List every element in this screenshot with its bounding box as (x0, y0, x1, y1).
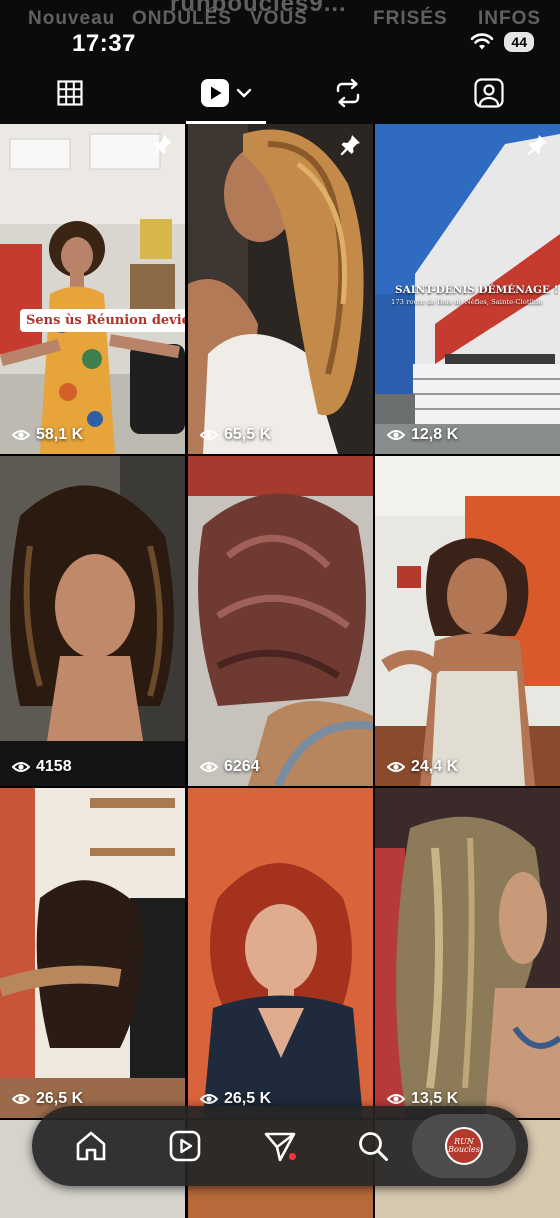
curly-hair-portrait-photo (0, 456, 185, 786)
reel-sign-title: SAINT-DENIS DÉMÉNAGE ! (395, 284, 559, 296)
eye-icon (12, 762, 30, 772)
ghost-tab: VOUS (250, 8, 308, 29)
reel-thumbnail[interactable]: 26,5 K (188, 788, 373, 1118)
notification-dot (289, 1153, 296, 1160)
salon-interior-photo (0, 124, 185, 454)
eye-icon (12, 1094, 30, 1104)
repost-icon (336, 78, 360, 108)
view-count: 6264 (200, 758, 260, 776)
reel-thumbnail[interactable]: SAINT-DENIS DÉMÉNAGE ! 173 route de Bois… (375, 124, 560, 454)
home-icon (76, 1131, 106, 1161)
pin-icon (339, 134, 361, 161)
reel-thumbnail[interactable]: 65,5 K (188, 124, 373, 454)
view-count-value: 6264 (224, 758, 260, 775)
status-time: 17:37 (72, 30, 136, 57)
status-icons: 44 (470, 32, 534, 52)
view-count: 4158 (12, 758, 72, 776)
tab-reels[interactable] (186, 62, 266, 124)
pin-icon (151, 134, 173, 161)
reels-icon (201, 79, 229, 107)
ghost-tab: ONDULÉS (132, 8, 232, 29)
view-count-value: 65,5 K (224, 426, 272, 443)
eye-icon (200, 762, 218, 772)
reel-caption: Sens ùs Réunion devient (20, 309, 185, 332)
profile-tab-bar (0, 62, 560, 124)
eye-icon (387, 762, 405, 772)
eye-icon (387, 1094, 405, 1104)
grid-icon (57, 80, 83, 106)
tab-reposts[interactable] (308, 62, 388, 124)
status-bar: runboucles9... Nouveau ONDULÉS VOUS FRIS… (0, 0, 560, 62)
reel-thumbnail[interactable]: 26,5 K (0, 788, 185, 1118)
eye-icon (200, 1094, 218, 1104)
reel-thumbnail[interactable]: 24,4 K (375, 456, 560, 786)
tab-grid[interactable] (30, 62, 110, 124)
nav-profile[interactable]: RUN Boucles (412, 1114, 516, 1178)
view-count: 58,1 K (12, 426, 83, 444)
view-count: 12,8 K (387, 426, 458, 444)
ghost-tab: FRISÉS (373, 8, 448, 29)
tagged-icon (474, 78, 504, 108)
blonde-hair-profile-photo (375, 788, 560, 1118)
battery-level: 44 (504, 32, 534, 52)
wifi-icon (471, 33, 494, 50)
pin-icon (526, 134, 548, 161)
eye-icon (387, 430, 405, 440)
view-count-value: 24,4 K (411, 758, 459, 775)
ghost-tab: Nouveau (28, 8, 116, 29)
reel-thumbnail[interactable]: 13,5 K (375, 788, 560, 1118)
view-count: 65,5 K (200, 426, 271, 444)
ghost-tab: INFOS (478, 8, 542, 29)
view-count-value: 4158 (36, 758, 72, 775)
chevron-down-icon (236, 88, 252, 98)
reels-icon (169, 1130, 201, 1162)
curly-hair-portrait-photo (188, 124, 373, 454)
view-count: 24,4 K (387, 758, 458, 776)
bottom-navigation: RUN Boucles (32, 1106, 528, 1186)
nav-search[interactable] (338, 1106, 408, 1186)
nav-home[interactable] (56, 1106, 126, 1186)
red-curly-hair-portrait-photo (188, 788, 373, 1118)
reel-thumbnail[interactable]: Sens ùs Réunion devient 58,1 K (0, 124, 185, 454)
reel-thumbnail[interactable]: 6264 (188, 456, 373, 786)
nav-reels[interactable] (150, 1106, 220, 1186)
tab-tagged[interactable] (449, 62, 529, 124)
eye-icon (12, 430, 30, 440)
salon-styling-photo (0, 788, 185, 1118)
search-icon (359, 1132, 388, 1161)
curly-hair-back-photo (188, 456, 373, 786)
reel-sign-subtitle: 173 route de Bois de Nèfles, Sainte-Clot… (391, 298, 543, 306)
reel-thumbnail[interactable]: 4158 (0, 456, 185, 786)
avatar: RUN Boucles (445, 1127, 483, 1165)
nav-direct[interactable] (245, 1106, 315, 1186)
view-count-value: 58,1 K (36, 426, 84, 443)
salon-portrait-photo (375, 456, 560, 786)
background-header-ghost: runboucles9... Nouveau ONDULÉS VOUS FRIS… (0, 0, 560, 34)
eye-icon (200, 430, 218, 440)
view-count-value: 12,8 K (411, 426, 459, 443)
